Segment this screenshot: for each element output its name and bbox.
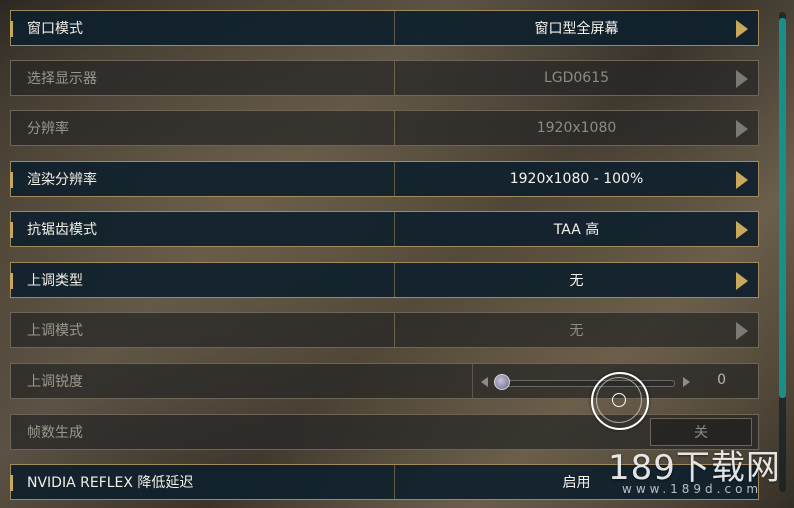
setting-label: 窗口模式 bbox=[11, 11, 395, 45]
setting-label: 渲染分辨率 bbox=[11, 162, 395, 196]
next-arrow-icon bbox=[736, 70, 748, 88]
increase-arrow-icon[interactable] bbox=[683, 377, 690, 387]
setting-window-mode[interactable]: 窗口模式 窗口型全屏幕 bbox=[10, 10, 759, 46]
setting-value[interactable]: TAA 高 bbox=[395, 212, 758, 246]
setting-label: 上调锐度 bbox=[11, 364, 473, 398]
setting-value[interactable]: 窗口型全屏幕 bbox=[395, 11, 758, 45]
setting-label: NVIDIA REFLEX 降低延迟 bbox=[11, 465, 395, 499]
watermark-url: www.189d.com bbox=[622, 482, 763, 496]
value-text: 1920x1080 bbox=[536, 120, 617, 136]
value-text: LGD0615 bbox=[543, 70, 610, 86]
setting-label: 分辨率 bbox=[11, 111, 395, 145]
next-arrow-icon[interactable] bbox=[736, 20, 748, 38]
slider-knob[interactable] bbox=[494, 374, 510, 390]
setting-value: LGD0615 bbox=[395, 61, 758, 95]
setting-value: 无 bbox=[395, 313, 758, 347]
value-text: 无 bbox=[569, 323, 584, 339]
setting-label: 上调模式 bbox=[11, 313, 395, 347]
next-arrow-icon[interactable] bbox=[736, 171, 748, 189]
setting-label: 选择显示器 bbox=[11, 61, 395, 95]
value-text: TAA 高 bbox=[553, 222, 600, 238]
setting-label: 抗锯齿模式 bbox=[11, 212, 395, 246]
setting-select-monitor: 选择显示器 LGD0615 bbox=[10, 60, 759, 96]
value-text: 窗口型全屏幕 bbox=[534, 21, 619, 37]
value-text: 1920x1080 - 100% bbox=[509, 171, 644, 187]
setting-value: 1920x1080 bbox=[395, 111, 758, 145]
cursor-ring-icon bbox=[591, 372, 649, 430]
value-text: 无 bbox=[569, 273, 584, 289]
setting-upscale-type[interactable]: 上调类型 无 bbox=[10, 262, 759, 298]
setting-resolution: 分辨率 1920x1080 bbox=[10, 110, 759, 146]
setting-value[interactable]: 无 bbox=[395, 263, 758, 297]
setting-label: 帧数生成 bbox=[27, 425, 83, 441]
next-arrow-icon[interactable] bbox=[736, 272, 748, 290]
next-arrow-icon[interactable] bbox=[736, 221, 748, 239]
setting-render-resolution[interactable]: 渲染分辨率 1920x1080 - 100% bbox=[10, 161, 759, 197]
setting-value[interactable]: 1920x1080 - 100% bbox=[395, 162, 758, 196]
decrease-arrow-icon[interactable] bbox=[481, 377, 488, 387]
next-arrow-icon bbox=[736, 322, 748, 340]
slider-value: 0 bbox=[717, 372, 726, 388]
scrollbar-thumb[interactable] bbox=[779, 18, 786, 398]
graphics-settings-panel: 窗口模式 窗口型全屏幕 选择显示器 LGD0615 分辨率 1920x1080 … bbox=[0, 0, 794, 508]
slider-track[interactable] bbox=[497, 380, 675, 387]
setting-label: 上调类型 bbox=[11, 263, 395, 297]
next-arrow-icon bbox=[736, 120, 748, 138]
setting-upscale-mode: 上调模式 无 bbox=[10, 312, 759, 348]
setting-antialiasing[interactable]: 抗锯齿模式 TAA 高 bbox=[10, 211, 759, 247]
value-text: 启用 bbox=[562, 475, 591, 491]
